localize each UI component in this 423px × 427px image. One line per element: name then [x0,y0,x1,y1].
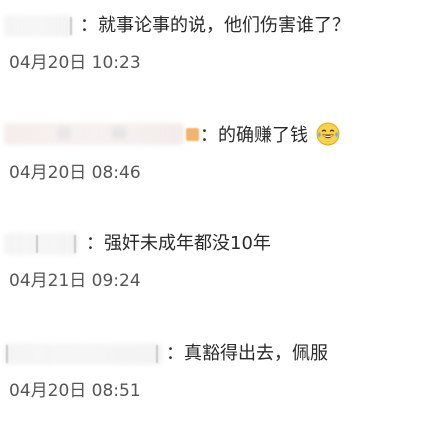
redacted-username-mark [156,345,158,363]
redacted-username [58,127,70,139]
comment-line: ：的确赚了钱 [0,118,423,150]
comment-text: ：就事论事的说，他们伤害谁了？ [80,15,350,36]
redacted-username-mark [70,17,72,35]
redacted-username-mark [6,345,8,363]
comment-timestamp: 04月20日 10:23 [9,53,141,73]
redacted-badge [186,128,199,141]
comment-timestamp: 04月20日 08:51 [9,381,141,401]
redacted-username [4,343,162,365]
comment-text-body: ：的确赚了钱 [200,125,308,146]
redacted-username [4,233,78,255]
comment-text: ：真豁得出去，佩服 [166,343,328,364]
redacted-username-mark [36,235,38,253]
comment-line: ：真豁得出去，佩服 [0,338,423,370]
comment-timestamp: 04月21日 09:24 [9,271,141,291]
comment-line: ：强奸未成年都没10年 [0,228,423,260]
comment-text: ：强奸未成年都没10年 [86,233,271,254]
redacted-username [4,15,72,37]
comment-timestamp: 04月20日 08:46 [9,163,141,183]
laughing-with-tears-icon [316,122,340,146]
comment-text: ：的确赚了钱 [200,122,340,148]
redacted-username-mark [74,235,76,253]
redacted-username [112,127,126,139]
comment-line: ：就事论事的说，他们伤害谁了？ [0,10,423,42]
redacted-username [4,123,184,145]
